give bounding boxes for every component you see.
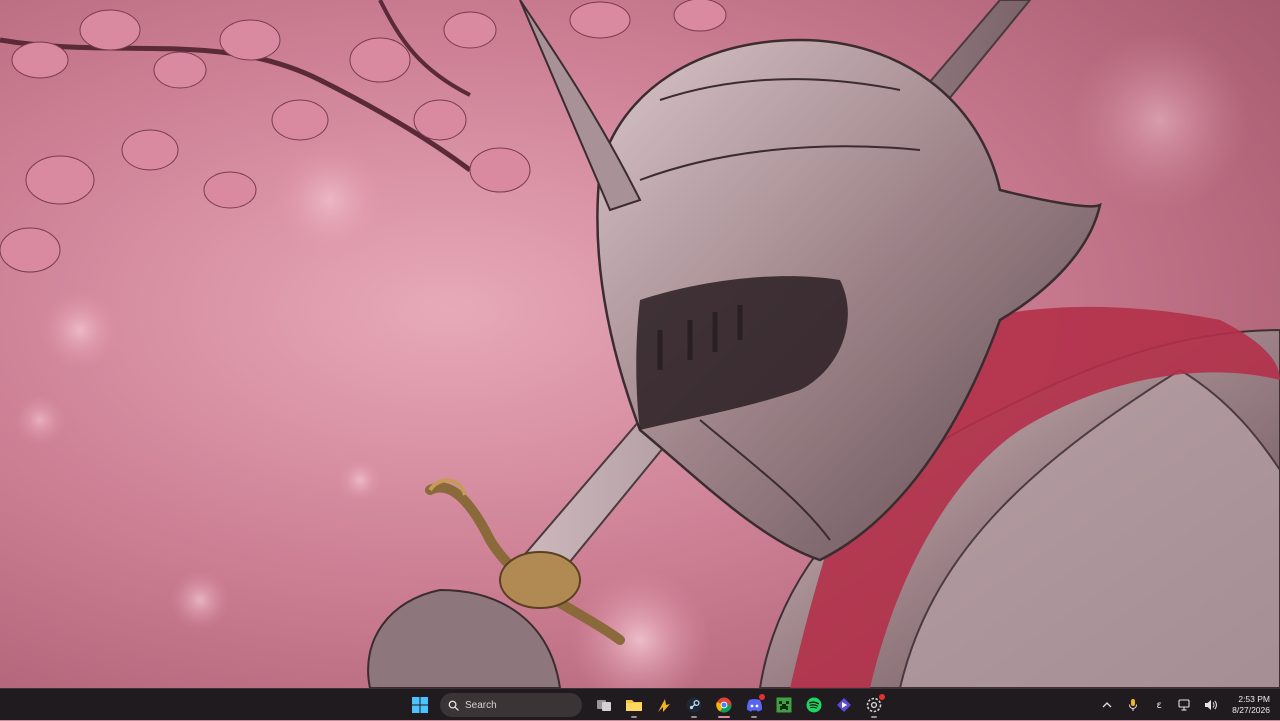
network-button[interactable] <box>1174 693 1196 717</box>
running-indicator <box>631 716 637 718</box>
volume-button[interactable] <box>1200 693 1222 717</box>
steam-button[interactable] <box>680 691 708 719</box>
discord-icon <box>746 699 762 712</box>
notification-badge <box>879 694 885 700</box>
diamond-icon <box>837 698 851 712</box>
running-indicator <box>691 716 697 718</box>
spotify-button[interactable] <box>800 691 828 719</box>
network-icon <box>1178 699 1190 711</box>
chevron-up-icon <box>1102 702 1112 708</box>
app-button[interactable] <box>650 691 678 719</box>
settings-button[interactable] <box>860 691 888 719</box>
notification-badge <box>759 694 765 700</box>
lightning-icon <box>658 699 670 712</box>
show-hidden-icons-button[interactable] <box>1096 693 1118 717</box>
language-indicator[interactable]: ε <box>1148 693 1170 717</box>
running-indicator <box>871 716 877 718</box>
clock-date: 8/27/2026 <box>1232 705 1270 715</box>
spotify-icon <box>806 697 822 713</box>
microphone-button[interactable] <box>1122 693 1144 717</box>
app-diamond-button[interactable] <box>830 691 858 719</box>
search-icon <box>448 700 459 711</box>
minecraft-icon <box>776 697 792 713</box>
taskbar: Search ε 2:53 PM 8/27/2026 <box>0 688 1280 720</box>
chrome-button[interactable] <box>710 691 738 719</box>
search-placeholder: Search <box>465 699 497 711</box>
speaker-icon <box>1205 700 1218 710</box>
windows-logo-icon <box>412 697 428 713</box>
system-tray: ε 2:53 PM 8/27/2026 <box>1096 689 1272 721</box>
clock-time: 2:53 PM <box>1238 694 1270 704</box>
task-view-button[interactable] <box>590 691 618 719</box>
minecraft-button[interactable] <box>770 691 798 719</box>
active-indicator <box>718 716 730 718</box>
discord-button[interactable] <box>740 691 768 719</box>
running-indicator <box>751 716 757 718</box>
file-explorer-button[interactable] <box>620 691 648 719</box>
search-input[interactable]: Search <box>440 693 582 717</box>
taskbar-center-group: Search <box>406 689 888 721</box>
clock[interactable]: 2:53 PM 8/27/2026 <box>1226 694 1272 716</box>
folder-icon <box>626 700 642 711</box>
language-label: ε <box>1156 699 1162 711</box>
desktop-wallpaper <box>0 0 1280 688</box>
start-button[interactable] <box>406 691 434 719</box>
steam-icon <box>686 697 702 713</box>
chrome-icon <box>716 697 732 713</box>
microphone-icon <box>1129 699 1138 711</box>
task-view-icon <box>597 700 611 711</box>
